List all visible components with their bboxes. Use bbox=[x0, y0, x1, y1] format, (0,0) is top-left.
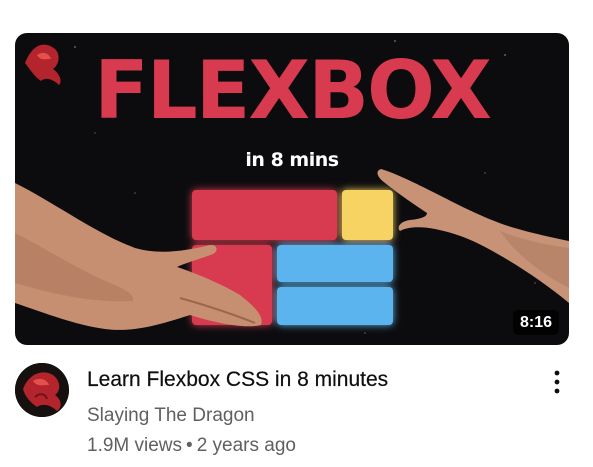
video-title[interactable]: Learn Flexbox CSS in 8 minutes bbox=[87, 366, 527, 394]
view-count: 1.9M views bbox=[87, 435, 183, 456]
thumbnail-title-text: FLEXBOX bbox=[94, 44, 492, 137]
separator-dot: • bbox=[186, 435, 193, 456]
dragon-avatar-icon bbox=[15, 363, 69, 417]
thumbnail-subtitle-text: in 8 mins bbox=[245, 149, 339, 171]
upload-age: 2 years ago bbox=[196, 435, 296, 456]
channel-name[interactable]: Slaying The Dragon bbox=[87, 404, 527, 428]
more-options-button[interactable] bbox=[541, 366, 573, 398]
video-stats: 1.9M views • 2 years ago bbox=[87, 434, 527, 458]
duration-badge: 8:16 bbox=[512, 309, 559, 335]
video-meta: Learn Flexbox CSS in 8 minutes Slaying T… bbox=[87, 366, 527, 458]
video-thumbnail[interactable]: FLEXBOX in 8 mins 8:16 bbox=[15, 33, 569, 345]
more-vertical-icon bbox=[554, 370, 560, 394]
video-card: FLEXBOX in 8 mins 8:16 Learn Flexbox CSS… bbox=[0, 0, 593, 467]
channel-avatar[interactable] bbox=[15, 363, 69, 417]
right-hand-image bbox=[377, 169, 569, 303]
